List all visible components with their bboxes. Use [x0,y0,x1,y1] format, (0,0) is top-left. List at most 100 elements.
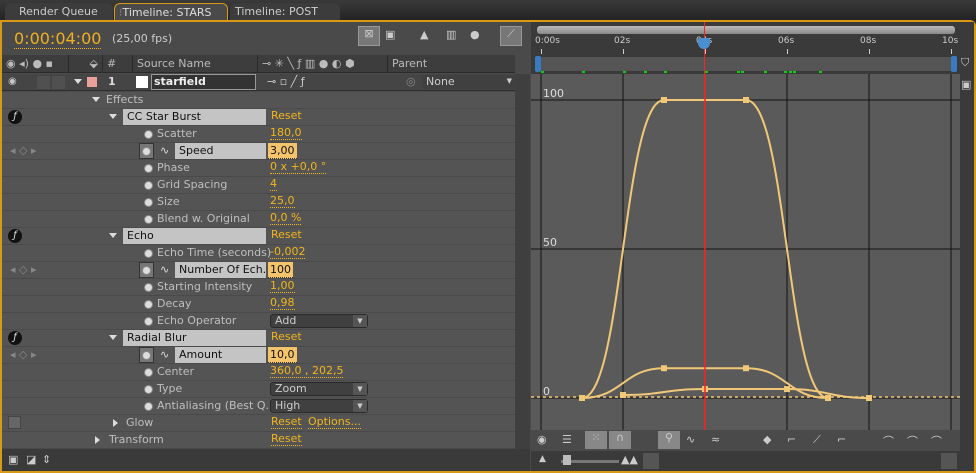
property-row[interactable]: Echo Time (seconds) -0,002 [2,245,515,262]
tab-timeline-stars[interactable]: ⁝Timeline: STARS × [114,3,228,32]
fit-all-icon[interactable]: ≈ [711,433,720,446]
expand-triangle-icon[interactable] [95,436,100,444]
layer-switches[interactable]: ⊸ ▫ ╱ ƒ [267,75,305,88]
property-row[interactable]: ƒ Radial Blur Reset [2,330,515,347]
solo-toggle[interactable] [37,76,50,89]
easy-ease-out-icon[interactable]: ⌒ [931,433,942,449]
graph-editor-icon[interactable]: ⟋ [500,26,522,46]
motion-blur-icon[interactable]: ● [470,28,480,41]
linear-icon[interactable]: ⟋ [813,433,821,447]
hide-shy-layers-icon[interactable]: ▲ [420,28,428,41]
in-out-toggle-icon[interactable]: ⇕ [42,453,51,466]
stopwatch-icon[interactable] [144,368,153,377]
expand-triangle-icon[interactable] [113,419,118,427]
keyframe-navigator[interactable]: ◂ ◇ ▸ [10,263,37,276]
reset-link[interactable]: Reset [271,229,302,241]
tab-timeline-post[interactable]: Timeline: POST [230,3,340,21]
auto-zoom-height-icon[interactable]: ⚲ [658,431,680,449]
show-properties-icon[interactable]: ◉ [537,433,547,446]
property-value[interactable]: 0,0 % [270,212,302,225]
graph-editor[interactable]: 100500 [531,74,960,430]
auto-bezier-icon[interactable]: ⌐ [837,433,846,446]
work-area-bar[interactable] [537,57,955,71]
stopwatch-active-icon[interactable] [139,262,154,278]
expand-triangle-icon[interactable] [92,97,100,102]
property-value[interactable]: 4 [270,178,277,191]
stopwatch-icon[interactable] [144,249,153,258]
parent-dropdown[interactable]: None ▼ [422,75,515,89]
stopwatch-icon[interactable] [144,283,153,292]
stopwatch-active-icon[interactable] [139,143,154,159]
transform-box-icon[interactable]: ⁙ [585,431,607,449]
current-time-indicator[interactable] [698,38,710,49]
stopwatch-active-icon[interactable] [139,347,154,363]
edit-keyframe-icon[interactable]: ◆ [763,433,771,446]
property-row[interactable]: ƒ Echo Reset [2,228,515,245]
draft-3d-icon[interactable]: ▣ [385,28,395,41]
layer-name[interactable]: starfield [151,74,256,90]
snap-icon[interactable]: ∩ [609,431,631,449]
property-row[interactable]: Blend w. Original 0,0 % [2,211,515,228]
property-row[interactable]: Center 360,0 , 202,5 [2,364,515,381]
property-row[interactable]: Grid Spacing 4 [2,177,515,194]
expand-triangle-icon[interactable] [109,233,117,238]
time-navigator-bar[interactable] [537,26,955,34]
property-row[interactable]: Echo Operator Add ▼ [2,313,515,330]
stopwatch-icon[interactable] [144,317,153,326]
zoom-in-icon[interactable]: ▲▲ [621,453,638,466]
comp-mini-flowchart-icon[interactable]: ⊠ [358,26,380,46]
fx-toggle-icon[interactable]: ƒ [8,331,22,345]
property-value[interactable]: 25,0 [270,195,295,208]
graph-toggle-icon[interactable]: ∿ [160,348,169,361]
layer-row[interactable]: ◉ 1 starfield ⊸ ▫ ╱ ƒ ◎ None ▼ [2,74,515,91]
fit-selection-icon[interactable]: ∿ [686,433,695,446]
scroll-right-button[interactable] [941,453,957,469]
expand-triangle-icon[interactable] [109,114,117,119]
reset-link[interactable]: Reset [271,433,302,446]
keyframe-navigator[interactable]: ◂ ◇ ▸ [10,144,37,157]
lock-toggle[interactable] [52,76,65,89]
graph-toggle-icon[interactable]: ∿ [160,263,169,276]
property-row[interactable]: ◂ ◇ ▸ ∿ Speed 3,00 [2,143,515,160]
property-value[interactable]: 360,0 , 202,5 [270,365,344,378]
effect-name[interactable]: CC Star Burst [123,109,266,125]
property-value[interactable]: -0,002 [270,246,306,259]
keyframe-navigator[interactable]: ◂ ◇ ▸ [10,348,37,361]
property-dropdown[interactable]: Zoom ▼ [270,382,368,396]
property-value[interactable]: 1,00 [270,280,295,293]
work-area-end-handle[interactable] [951,56,957,72]
property-row[interactable]: Size 25,0 [2,194,515,211]
property-row[interactable]: ƒ CC Star Burst Reset [2,109,515,126]
easy-ease-icon[interactable]: ⌒ [883,433,894,449]
property-row[interactable]: Scatter 180,0 [2,126,515,143]
property-row[interactable]: Effects [2,92,515,109]
property-row[interactable]: Glow Reset Options... [2,415,515,432]
stopwatch-icon[interactable] [144,300,153,309]
current-time[interactable]: 0:00:04:00 [14,29,102,49]
property-row[interactable]: Phase 0 x +0,0 ° [2,160,515,177]
property-value[interactable]: 0,98 [270,297,295,310]
graph-options-icon[interactable]: ☰ [562,433,572,446]
layer-switches-toggle-icon[interactable]: ▣ [8,453,18,466]
property-value[interactable]: 3,00 [268,143,297,159]
property-value[interactable]: 100 [268,262,293,278]
frame-blending-icon[interactable]: ▥ [446,28,456,41]
vertical-scrollbar[interactable] [515,74,530,449]
reset-link[interactable]: Reset [271,331,302,343]
source-name-header[interactable]: Source Name [132,55,257,73]
property-dropdown[interactable]: Add ▼ [270,314,368,328]
label-color-swatch[interactable] [87,77,97,87]
reset-link[interactable]: Reset [271,416,302,429]
property-dropdown[interactable]: High ▼ [270,399,368,413]
options-link[interactable]: Options... [308,416,361,429]
property-row[interactable]: ◂ ◇ ▸ ∿ Number Of Ech... 100 [2,262,515,279]
stopwatch-icon[interactable] [144,198,153,207]
property-row[interactable]: Decay 0,98 [2,296,515,313]
zoom-out-icon[interactable]: ▲ [539,454,546,464]
zoom-slider-handle[interactable] [563,455,571,465]
expand-triangle-icon[interactable] [109,335,117,340]
stopwatch-icon[interactable] [144,215,153,224]
property-row[interactable]: Starting Intensity 1,00 [2,279,515,296]
property-row[interactable]: ◂ ◇ ▸ ∿ Amount 10,0 [2,347,515,364]
stopwatch-icon[interactable] [144,130,153,139]
